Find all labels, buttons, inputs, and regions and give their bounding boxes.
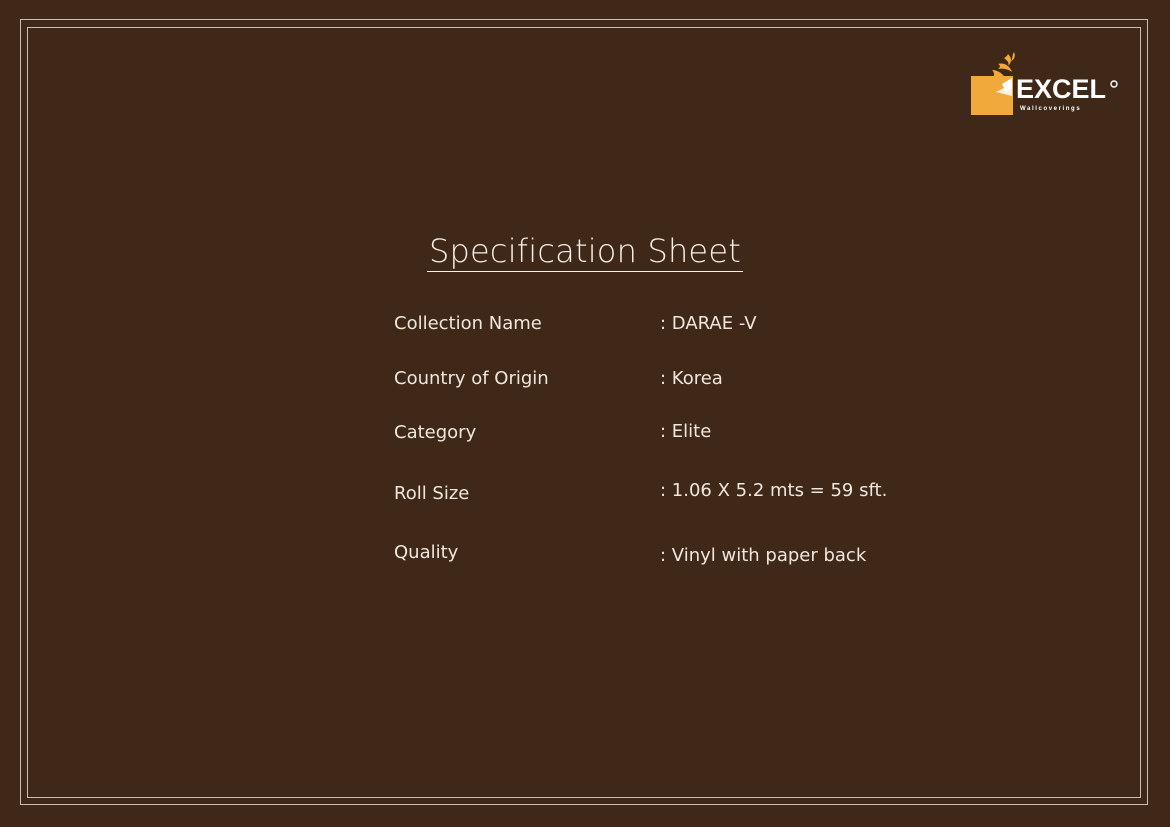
spec-label-roll-size: Roll Size bbox=[394, 483, 470, 504]
brand-tagline: Wallcoverings bbox=[1020, 106, 1082, 112]
spec-label-category: Category bbox=[394, 422, 477, 443]
spec-label-quality: Quality bbox=[394, 542, 459, 563]
spec-value-quality: : Vinyl with paper back bbox=[660, 545, 867, 566]
excel-logo: EXCEL Wallcoverings bbox=[968, 48, 1118, 118]
page-title: Specification Sheet bbox=[0, 232, 1170, 272]
spec-value-roll-size: : 1.06 X 5.2 mts = 59 sft. bbox=[660, 480, 888, 501]
spec-value-category: : Elite bbox=[660, 421, 712, 442]
spec-label-collection-name: Collection Name bbox=[394, 313, 542, 334]
page-border-inner bbox=[27, 27, 1141, 798]
spec-label-country-of-origin: Country of Origin bbox=[394, 368, 549, 389]
brand-name: EXCEL bbox=[1016, 74, 1107, 104]
spec-value-country-of-origin: : Korea bbox=[660, 368, 723, 389]
spec-value-collection-name: : DARAE -V bbox=[660, 313, 757, 334]
page-title-text: Specification Sheet bbox=[427, 232, 743, 272]
